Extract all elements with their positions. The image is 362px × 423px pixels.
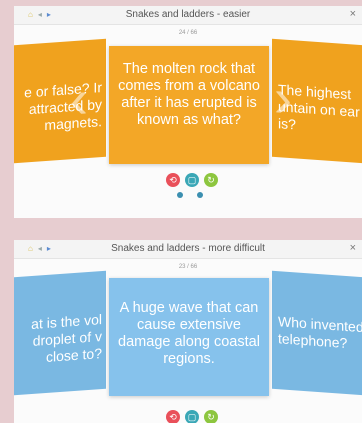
next-question-text: Who invented telephone? <box>278 313 362 352</box>
refresh-icon[interactable]: ↻ <box>204 173 218 187</box>
tile-icon[interactable]: ▢ <box>185 410 199 423</box>
question-text: The molten rock that comes from a volcan… <box>118 61 260 128</box>
refresh-icon[interactable]: ↻ <box>204 410 218 423</box>
question-card[interactable]: The molten rock that comes from a volcan… <box>109 46 269 164</box>
retry-icon[interactable]: ⟲ <box>166 410 180 423</box>
previous-question-text: e or false? Ir attracted by magnets. <box>24 79 102 134</box>
previous-question-text: at is the vol droplet of v close to? <box>31 311 102 365</box>
pager-dot[interactable] <box>197 192 203 198</box>
previous-arrow-icon[interactable]: ‹ <box>70 69 88 130</box>
title-bar: ⌂◂▸ Snakes and ladders - easier × <box>14 6 362 25</box>
next-arrow-icon[interactable]: › <box>274 68 292 129</box>
title-bar: ⌂◂▸ Snakes and ladders - more difficult … <box>14 240 362 259</box>
next-question-card[interactable]: The highest untain on ear is? › <box>272 38 362 164</box>
game-title: Snakes and ladders - easier <box>125 9 251 20</box>
next-question-card[interactable]: Who invented telephone? <box>272 270 362 396</box>
easier-game-panel: ⌂◂▸ Snakes and ladders - easier × 24 / 6… <box>14 6 362 218</box>
question-text: A huge wave that can cause extensive dam… <box>118 300 260 367</box>
close-icon[interactable]: × <box>350 242 356 254</box>
difficult-game-panel: ⌂◂▸ Snakes and ladders - more difficult … <box>14 240 362 423</box>
game-title: Snakes and ladders - more difficult <box>111 243 265 254</box>
close-icon[interactable]: × <box>350 8 356 20</box>
question-card[interactable]: A huge wave that can cause extensive dam… <box>109 278 269 396</box>
question-counter: 23 / 66 <box>178 264 198 270</box>
retry-icon[interactable]: ⟲ <box>166 173 180 187</box>
tile-icon[interactable]: ▢ <box>185 173 199 187</box>
previous-question-card[interactable]: at is the vol droplet of v close to? <box>14 270 106 396</box>
question-counter: 24 / 66 <box>178 30 198 36</box>
pager-dot[interactable] <box>177 192 183 198</box>
previous-question-card[interactable]: e or false? Ir attracted by magnets. ‹ <box>14 38 106 164</box>
